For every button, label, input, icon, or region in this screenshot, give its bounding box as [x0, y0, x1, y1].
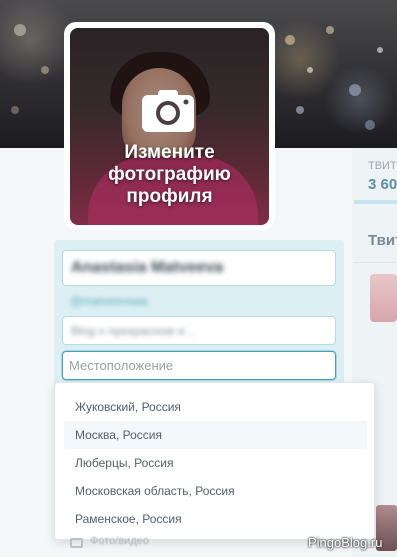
change-photo-text[interactable]: Измените фотографию профиля [70, 142, 269, 208]
location-suggestion[interactable]: Москва, Россия [64, 421, 367, 449]
tweet-media-thumbnail[interactable] [370, 274, 397, 322]
tweets-count-label[interactable]: ТВИТЫ [368, 160, 397, 172]
location-suggestion[interactable]: Раменское, Россия [64, 505, 367, 533]
location-suggestion[interactable]: Жуковский, Россия [64, 393, 367, 421]
bio-field[interactable]: Blog о прекрасном и… [62, 316, 336, 345]
location-suggestion[interactable]: Московская область, Россия [64, 477, 367, 505]
photo-video-link[interactable]: Фото/видео [90, 535, 149, 547]
watermark: PingoBlog.ru [308, 535, 383, 550]
name-value: Anastasia Matveeva [71, 259, 224, 276]
camera-small-icon [70, 538, 83, 548]
name-field[interactable]: Anastasia Matveeva [62, 250, 336, 286]
bio-value: Blog о прекрасном и… [71, 324, 197, 338]
username-handle: @matveevaaa [70, 294, 148, 308]
location-field[interactable] [62, 351, 336, 380]
tweets-heading: Твиты [368, 232, 397, 249]
location-suggestion[interactable]: Люберцы, Россия [64, 449, 367, 477]
active-tab-underline [354, 200, 397, 204]
location-input[interactable] [69, 352, 329, 379]
right-divider [354, 262, 397, 263]
tweets-count-value[interactable]: 3 60 [368, 176, 397, 193]
camera-icon[interactable] [141, 89, 195, 133]
location-suggestions-dropdown: Жуковский, Россия Москва, Россия Люберцы… [54, 382, 375, 540]
